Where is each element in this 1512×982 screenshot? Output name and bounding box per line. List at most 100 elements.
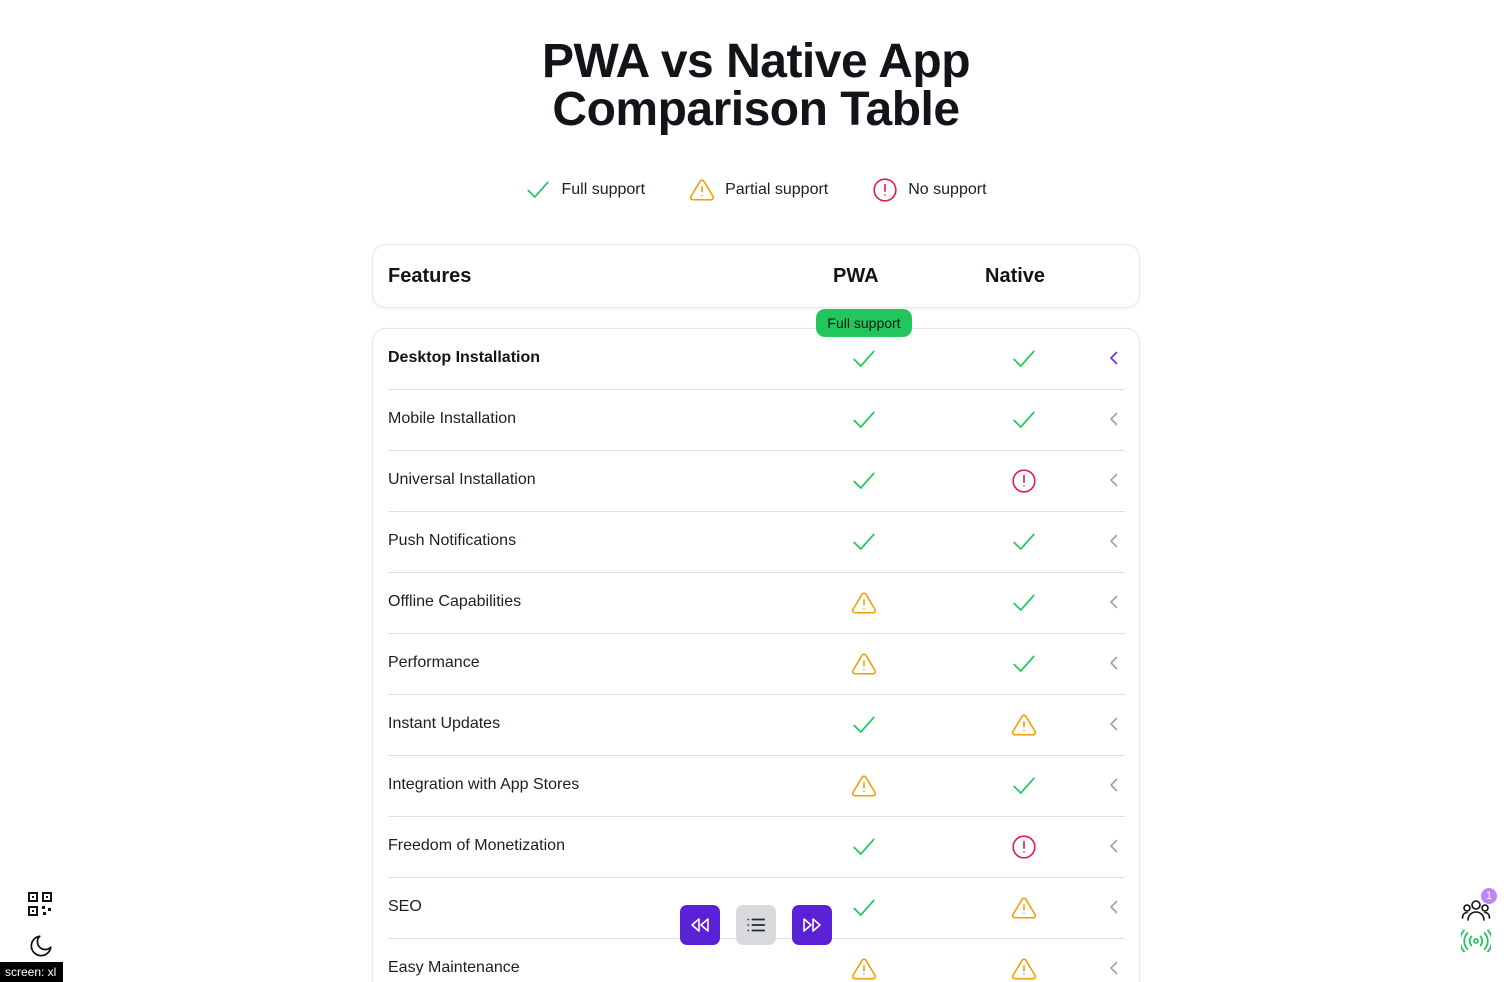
chevron-left-icon[interactable]: [1105, 593, 1123, 611]
check-icon: [1013, 594, 1035, 611]
check-icon: [527, 181, 550, 198]
column-header-native: Native: [985, 265, 1046, 287]
chevron-left-icon[interactable]: [1105, 837, 1123, 855]
pwa-support-cell: [851, 773, 877, 799]
feature-name: SEO: [388, 898, 422, 915]
native-support-cell: [1011, 529, 1037, 555]
check-icon: [853, 899, 875, 916]
check-icon: [1013, 533, 1035, 550]
feature-name: Easy Maintenance: [388, 959, 520, 976]
title-line-2: Comparison Table: [552, 83, 960, 136]
warning-icon: [851, 592, 877, 614]
chevron-left-icon[interactable]: [1105, 471, 1123, 489]
table-row[interactable]: Easy Maintenance: [388, 939, 1125, 982]
table-row[interactable]: Universal Installation: [388, 451, 1125, 512]
previous-button[interactable]: [680, 905, 720, 945]
feature-name: Freedom of Monetization: [388, 837, 565, 854]
list-button[interactable]: [736, 905, 776, 945]
check-icon: [1013, 777, 1035, 794]
table-row[interactable]: Desktop Installation: [388, 329, 1125, 390]
warning-icon: [1011, 897, 1037, 919]
native-support-cell: [1011, 590, 1037, 616]
warning-icon: [1011, 714, 1037, 736]
title-line-1: PWA vs Native App: [541, 35, 971, 88]
legend-no-support: No support: [872, 176, 987, 204]
warning-icon: [851, 958, 877, 980]
table-header: Features PWA Native: [372, 244, 1140, 308]
warning-icon: [689, 179, 715, 201]
table-row[interactable]: Performance: [388, 634, 1125, 695]
users-count-badge: 1: [1481, 888, 1497, 904]
check-icon: [853, 716, 875, 733]
native-support-cell: [1011, 468, 1037, 494]
column-header-pwa: PWA: [833, 265, 879, 287]
chevron-left-icon[interactable]: [1105, 654, 1123, 672]
table-row[interactable]: Mobile Installation: [388, 390, 1125, 451]
feature-name: Integration with App Stores: [388, 776, 580, 793]
chevron-left-icon[interactable]: [1105, 776, 1123, 794]
table-row[interactable]: Freedom of Monetization: [388, 817, 1125, 878]
native-support-cell: [1011, 651, 1037, 677]
fast-forward-icon: [803, 918, 821, 932]
screen-size-badge: screen: xl: [0, 962, 63, 982]
feature-name: Performance: [388, 654, 480, 671]
table-row[interactable]: Instant Updates: [388, 695, 1125, 756]
native-support-cell: [1011, 773, 1037, 799]
native-support-cell: [1011, 956, 1037, 982]
check-icon: [1013, 350, 1035, 367]
chevron-left-icon[interactable]: [1105, 349, 1123, 367]
pwa-support-cell: [851, 651, 877, 677]
feature-name: Desktop Installation: [388, 349, 541, 366]
check-icon: [1013, 411, 1035, 428]
check-icon: [853, 411, 875, 428]
feature-name: Universal Installation: [388, 471, 536, 488]
dark-mode-icon[interactable]: [28, 933, 54, 959]
next-button[interactable]: [792, 905, 832, 945]
comparison-table: Desktop Installation Mobile Installation U…: [372, 328, 1140, 982]
feature-name: Push Notifications: [388, 532, 517, 549]
check-icon: [1013, 655, 1035, 672]
pwa-support-cell: [851, 590, 877, 616]
legend: Full support Partial support No support: [0, 176, 1512, 204]
pwa-support-cell: [851, 712, 877, 738]
warning-icon: [851, 653, 877, 675]
feature-name: Mobile Installation: [388, 410, 517, 427]
legend-partial-support: Partial support: [689, 176, 828, 204]
chevron-left-icon[interactable]: [1105, 715, 1123, 733]
feature-name: Offline Capabilities: [388, 593, 522, 610]
chevron-left-icon[interactable]: [1105, 898, 1123, 916]
pwa-support-cell: [851, 468, 877, 494]
legend-full-support: Full support: [525, 176, 645, 204]
pwa-support-cell: [851, 407, 877, 433]
pwa-support-cell: [851, 346, 877, 372]
check-icon: [853, 350, 875, 367]
native-support-cell: [1011, 346, 1037, 372]
no-support-icon: [1012, 835, 1036, 859]
table-row[interactable]: Integration with App Stores: [388, 756, 1125, 817]
native-support-cell: [1011, 407, 1037, 433]
chevron-left-icon[interactable]: [1105, 532, 1123, 550]
pwa-support-cell: [851, 529, 877, 555]
check-icon: [853, 838, 875, 855]
support-tooltip: Full support: [816, 309, 912, 337]
check-icon: [853, 472, 875, 489]
feature-name: Instant Updates: [388, 715, 501, 732]
native-support-cell: [1011, 895, 1037, 921]
table-row[interactable]: Offline Capabilities: [388, 573, 1125, 634]
list-icon: [747, 918, 766, 932]
warning-icon: [851, 775, 877, 797]
chevron-left-icon[interactable]: [1105, 410, 1123, 428]
pwa-support-cell: [851, 834, 877, 860]
legend-label: Partial support: [725, 181, 829, 198]
page-title: PWA vs Native App Comparison Table: [0, 38, 1512, 134]
native-support-cell: [1011, 834, 1037, 860]
native-support-cell: [1011, 712, 1037, 738]
table-row[interactable]: Push Notifications: [388, 512, 1125, 573]
check-icon: [853, 533, 875, 550]
rewind-icon: [691, 918, 709, 932]
qr-code-icon[interactable]: [27, 891, 53, 917]
warning-icon: [1011, 958, 1037, 980]
chevron-left-icon[interactable]: [1105, 959, 1123, 977]
no-support-icon: [1012, 469, 1036, 493]
broadcast-icon[interactable]: [1461, 929, 1491, 953]
